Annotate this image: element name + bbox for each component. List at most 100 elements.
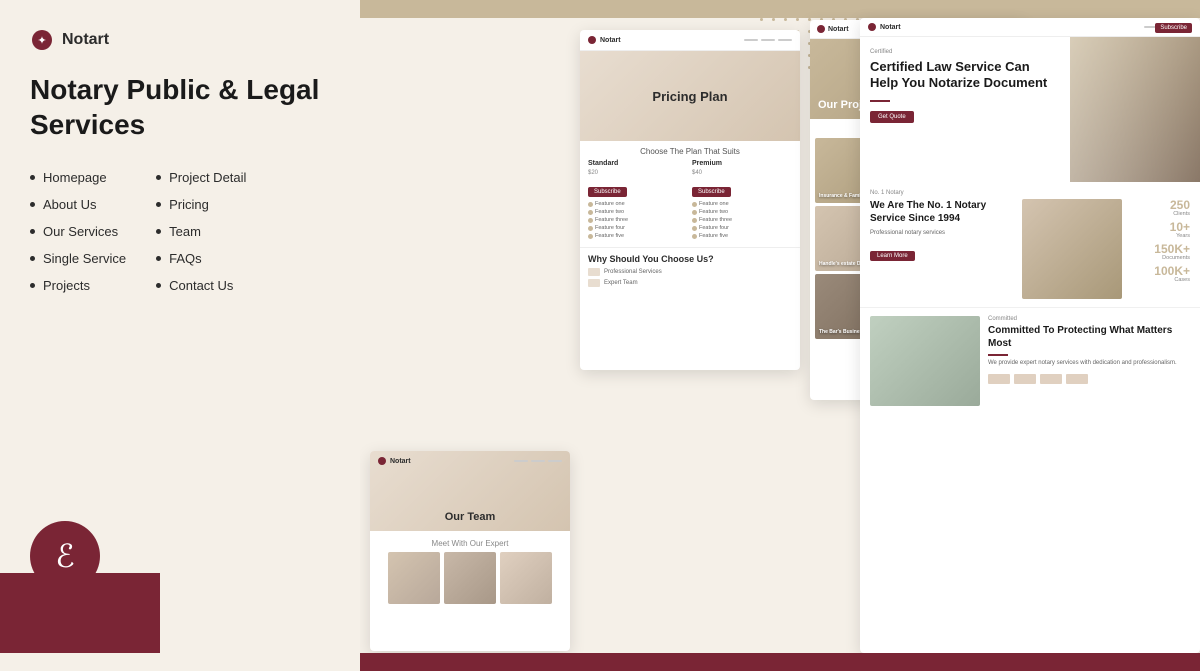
why-item-2: Expert Team xyxy=(588,279,792,287)
standard-label: Standard xyxy=(588,160,688,167)
hero-divider xyxy=(870,100,890,102)
stat-number-clients: 250 xyxy=(1130,199,1190,211)
nav-item-services[interactable]: Our Services xyxy=(30,224,126,239)
notary-section: No. 1 Notary We Are The No. 1 Notary Ser… xyxy=(860,182,1200,308)
mini-logo xyxy=(378,457,386,465)
stat-documents: 150K+ Documents xyxy=(1130,243,1190,261)
nav-bullet xyxy=(30,202,35,207)
projects-logo-text: Notart xyxy=(828,26,849,33)
pricing-title: Pricing Plan xyxy=(652,89,727,104)
nav-bullet xyxy=(156,175,161,180)
notary-desc: Professional notary services xyxy=(870,229,1014,238)
previews-container: Notart Our Team Meet With Our Expert xyxy=(360,0,1200,671)
brand-name: Notart xyxy=(62,31,109,49)
nav-bullet xyxy=(30,256,35,261)
team-subtitle: Meet With Our Expert xyxy=(380,539,560,548)
brand-icon: ✦ xyxy=(30,28,54,52)
premium-label: Premium xyxy=(692,160,792,167)
left-panel: ✦ Notart Notary Public & Legal Services … xyxy=(0,0,360,671)
pricing-standard: Standard $20 Subscribe Feature one Featu… xyxy=(588,160,688,241)
stat-label-years: Years xyxy=(1130,233,1190,239)
main-card-header: Notart Subscribe xyxy=(860,18,1200,37)
pricing-preview-card: Notart Pricing Plan Choose The Plan That… xyxy=(580,30,800,370)
committed-divider xyxy=(988,354,1008,356)
committed-section: Committed Committed To Protecting What M… xyxy=(860,308,1200,414)
stat-years: 10+ Years xyxy=(1130,221,1190,239)
committed-content: Committed Committed To Protecting What M… xyxy=(988,316,1190,406)
stat-cases: 100K+ Cases xyxy=(1130,265,1190,283)
pricing-subtitle: Choose The Plan That Suits xyxy=(580,141,800,160)
committed-title: Committed To Protecting What Matters Mos… xyxy=(988,325,1190,350)
brand-logo: ✦ Notart xyxy=(30,28,330,52)
team-photo-1 xyxy=(388,552,440,604)
pricing-logo-text: Notart xyxy=(600,37,621,44)
main-container: ✦ Notart Notary Public & Legal Services … xyxy=(0,0,1200,671)
nav-bullet xyxy=(156,202,161,207)
nav-item-single-service[interactable]: Single Service xyxy=(30,251,126,266)
stats-column: 250 Clients 10+ Years 150K+ Documents xyxy=(1130,199,1190,283)
team-photo-2 xyxy=(444,552,496,604)
nav-col-1: Homepage About Us Our Services Single Se… xyxy=(30,170,126,293)
pricing-premium: Premium $40 Subscribe Feature one Featur… xyxy=(692,160,792,241)
main-hero-text: Certified Certified Law Service Can Help… xyxy=(860,37,1070,182)
svg-text:✦: ✦ xyxy=(37,35,46,47)
main-logo-dot xyxy=(868,23,876,31)
main-hero: Certified Certified Law Service Can Help… xyxy=(860,37,1200,182)
pricing-mini-nav xyxy=(744,39,792,41)
nav-item-team[interactable]: Team xyxy=(156,224,246,239)
mini-notart-label: Notart xyxy=(390,458,411,465)
premium-btn[interactable]: Subscribe xyxy=(692,187,731,197)
why-text-2: Expert Team xyxy=(604,280,638,286)
notary-section-label: No. 1 Notary xyxy=(870,190,1190,196)
nav-item-about[interactable]: About Us xyxy=(30,197,126,212)
why-text-1: Professional Services xyxy=(604,269,662,275)
partner-logos xyxy=(988,374,1190,384)
nav-item-pricing[interactable]: Pricing xyxy=(156,197,246,212)
why-title: Why Should You Choose Us? xyxy=(588,254,792,264)
notary-title: We Are The No. 1 Notary Service Since 19… xyxy=(870,199,1014,225)
stat-number-years: 10+ xyxy=(1130,221,1190,233)
notary-cta-button[interactable]: Learn More xyxy=(870,251,915,261)
nav-bullet xyxy=(30,175,35,180)
notary-section-row: We Are The No. 1 Notary Service Since 19… xyxy=(870,199,1190,299)
elementor-icon: ℰ xyxy=(55,537,74,575)
standard-btn[interactable]: Subscribe xyxy=(588,187,627,197)
nav-item-faqs[interactable]: FAQs xyxy=(156,251,246,266)
hero-title: Certified Law Service Can Help You Notar… xyxy=(870,59,1060,92)
nav-item-project-detail[interactable]: Project Detail xyxy=(156,170,246,185)
pricing-columns: Standard $20 Subscribe Feature one Featu… xyxy=(580,160,800,247)
corner-decoration xyxy=(0,573,160,653)
nav-bullet xyxy=(156,283,161,288)
main-preview-card: Notart Subscribe Certified Certified Law… xyxy=(860,18,1200,653)
projects-logo-dot xyxy=(817,25,825,33)
nav-item-projects[interactable]: Projects xyxy=(30,278,126,293)
hero-label: Certified xyxy=(870,49,1060,55)
partner-logo-2 xyxy=(1014,374,1036,384)
stat-label-clients: Clients xyxy=(1130,211,1190,217)
why-item-1: Professional Services xyxy=(588,268,792,276)
nav-item-contact[interactable]: Contact Us xyxy=(156,278,246,293)
pricing-logo-dot xyxy=(588,36,596,44)
notary-section-image xyxy=(1022,199,1122,299)
main-logo-text: Notart xyxy=(880,24,901,31)
notary-text-col: We Are The No. 1 Notary Service Since 19… xyxy=(870,199,1014,262)
main-badge[interactable]: Subscribe xyxy=(1155,23,1192,33)
premium-sub: $40 xyxy=(692,170,792,176)
committed-label: Committed xyxy=(988,316,1190,322)
page-title: Notary Public & Legal Services xyxy=(30,72,330,142)
why-icon-1 xyxy=(588,268,600,276)
why-icon-2 xyxy=(588,279,600,287)
team-title: Our Team xyxy=(370,511,570,523)
pricing-hero: Pricing Plan xyxy=(580,51,800,141)
hero-cta-button[interactable]: Get Quote xyxy=(870,111,914,123)
team-card-body: Meet With Our Expert xyxy=(370,531,570,612)
team-photos xyxy=(380,552,560,604)
nav-item-homepage[interactable]: Homepage xyxy=(30,170,126,185)
committed-image xyxy=(870,316,980,406)
stat-clients: 250 Clients xyxy=(1130,199,1190,217)
standard-sub: $20 xyxy=(588,170,688,176)
team-card-header: Notart Our Team xyxy=(370,451,570,531)
why-items: Professional Services Expert Team xyxy=(588,268,792,287)
partner-logo-1 xyxy=(988,374,1010,384)
nav-bullet xyxy=(30,283,35,288)
